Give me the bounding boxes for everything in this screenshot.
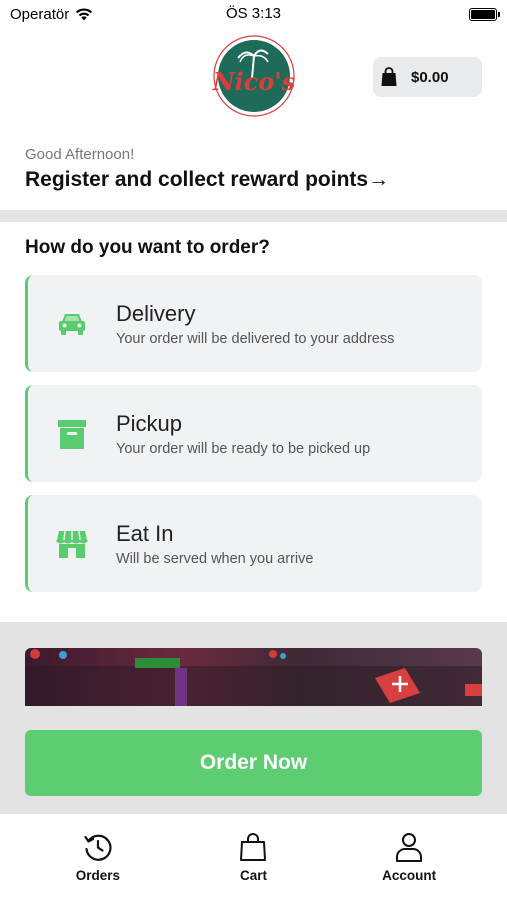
status-bar: Operatör ÖS 3:13 (0, 0, 507, 28)
history-icon (84, 834, 112, 861)
battery-icon (469, 7, 500, 21)
box-icon (58, 419, 86, 449)
tab-orders[interactable]: Orders (43, 814, 153, 900)
nicos-pizza-logo[interactable]: Nico's (208, 32, 300, 120)
tab-bar: Orders Cart Account (0, 814, 507, 900)
order-now-button[interactable]: Order Now (25, 730, 482, 796)
restaurant-interior-photo[interactable] (25, 648, 482, 706)
eat-in-subtitle: Will be served when you arrive (116, 550, 314, 567)
greeting-text: Good Afternoon! (25, 146, 135, 163)
wifi-icon (76, 7, 93, 20)
eat-in-title: Eat In (116, 520, 174, 546)
pickup-title: Pickup (116, 410, 183, 436)
tab-account[interactable]: Account (354, 814, 464, 900)
carrier-label: Operatör (10, 5, 70, 23)
tab-account-label: Account (382, 868, 437, 883)
pickup-option[interactable]: Pickup Your order will be ready to be pi… (25, 385, 482, 482)
eat-in-option[interactable]: Eat In Will be served when you arrive (25, 495, 482, 592)
bag-icon (240, 833, 267, 861)
car-icon (59, 313, 85, 335)
order-method-heading: How do you want to order? (25, 237, 270, 258)
section-divider (0, 210, 507, 222)
pickup-subtitle: Your order will be ready to be picked up (116, 440, 371, 457)
shopping-bag-icon (381, 67, 397, 86)
header: Nico's $0.00 (0, 30, 507, 125)
delivery-option[interactable]: Delivery Your order will be delivered to… (25, 275, 482, 372)
person-icon (396, 833, 423, 862)
delivery-subtitle: Your order will be delivered to your add… (116, 330, 395, 347)
tab-cart-label: Cart (239, 868, 267, 883)
register-rewards-link[interactable]: Register and collect reward points→ (25, 168, 389, 192)
logo-wordmark: Nico's (212, 67, 296, 96)
tab-cart[interactable]: Cart (198, 814, 308, 900)
delivery-title: Delivery (116, 300, 196, 326)
status-left: Operatör (10, 6, 93, 23)
cart-amount: $0.00 (411, 68, 449, 86)
cart-total-button[interactable]: $0.00 (373, 57, 482, 97)
tab-orders-label: Orders (75, 868, 120, 883)
storefront-icon (56, 530, 88, 558)
